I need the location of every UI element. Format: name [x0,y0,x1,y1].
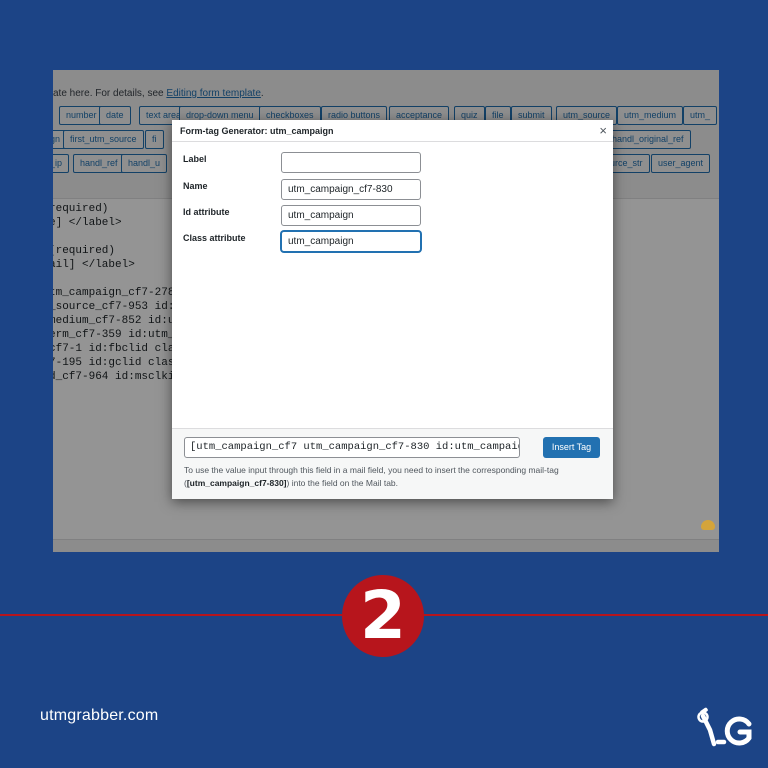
mail-tag-note: To use the value input through this fiel… [184,465,559,488]
close-icon[interactable]: × [599,123,607,138]
form-tag-generator-dialog: Form-tag Generator: utm_campaign × Label… [172,120,613,499]
dialog-header: Form-tag Generator: utm_campaign × [172,120,613,142]
id-attribute-input[interactable] [281,205,421,226]
class-attribute-label: Class attribute [183,233,246,243]
label-input[interactable] [281,152,421,173]
id-attribute-label: Id attribute [183,207,230,217]
insert-tag-button[interactable]: Insert Tag [543,437,600,458]
dialog-title: Form-tag Generator: utm_campaign [180,126,334,136]
resize-handle-icon[interactable] [701,520,715,530]
name-field-label: Name [183,181,208,191]
class-attribute-row: Class attribute [183,231,603,253]
mail-tag-code: [utm_campaign_cf7-830] [186,478,287,488]
step-number: 2 [360,577,406,654]
utmgrabber-logo-icon [697,707,752,747]
name-row: Name [183,179,603,201]
dialog-footer: [utm_campaign_cf7 utm_campaign_cf7-830 i… [172,428,613,499]
site-url: utmgrabber.com [40,707,159,724]
name-input[interactable] [281,179,421,200]
class-attribute-input[interactable] [281,231,421,252]
id-attribute-row: Id attribute [183,205,603,227]
label-field-label: Label [183,154,207,164]
label-row: Label [183,152,603,174]
step-badge: 2 [342,575,424,657]
generated-tag-output[interactable]: [utm_campaign_cf7 utm_campaign_cf7-830 i… [184,437,520,458]
